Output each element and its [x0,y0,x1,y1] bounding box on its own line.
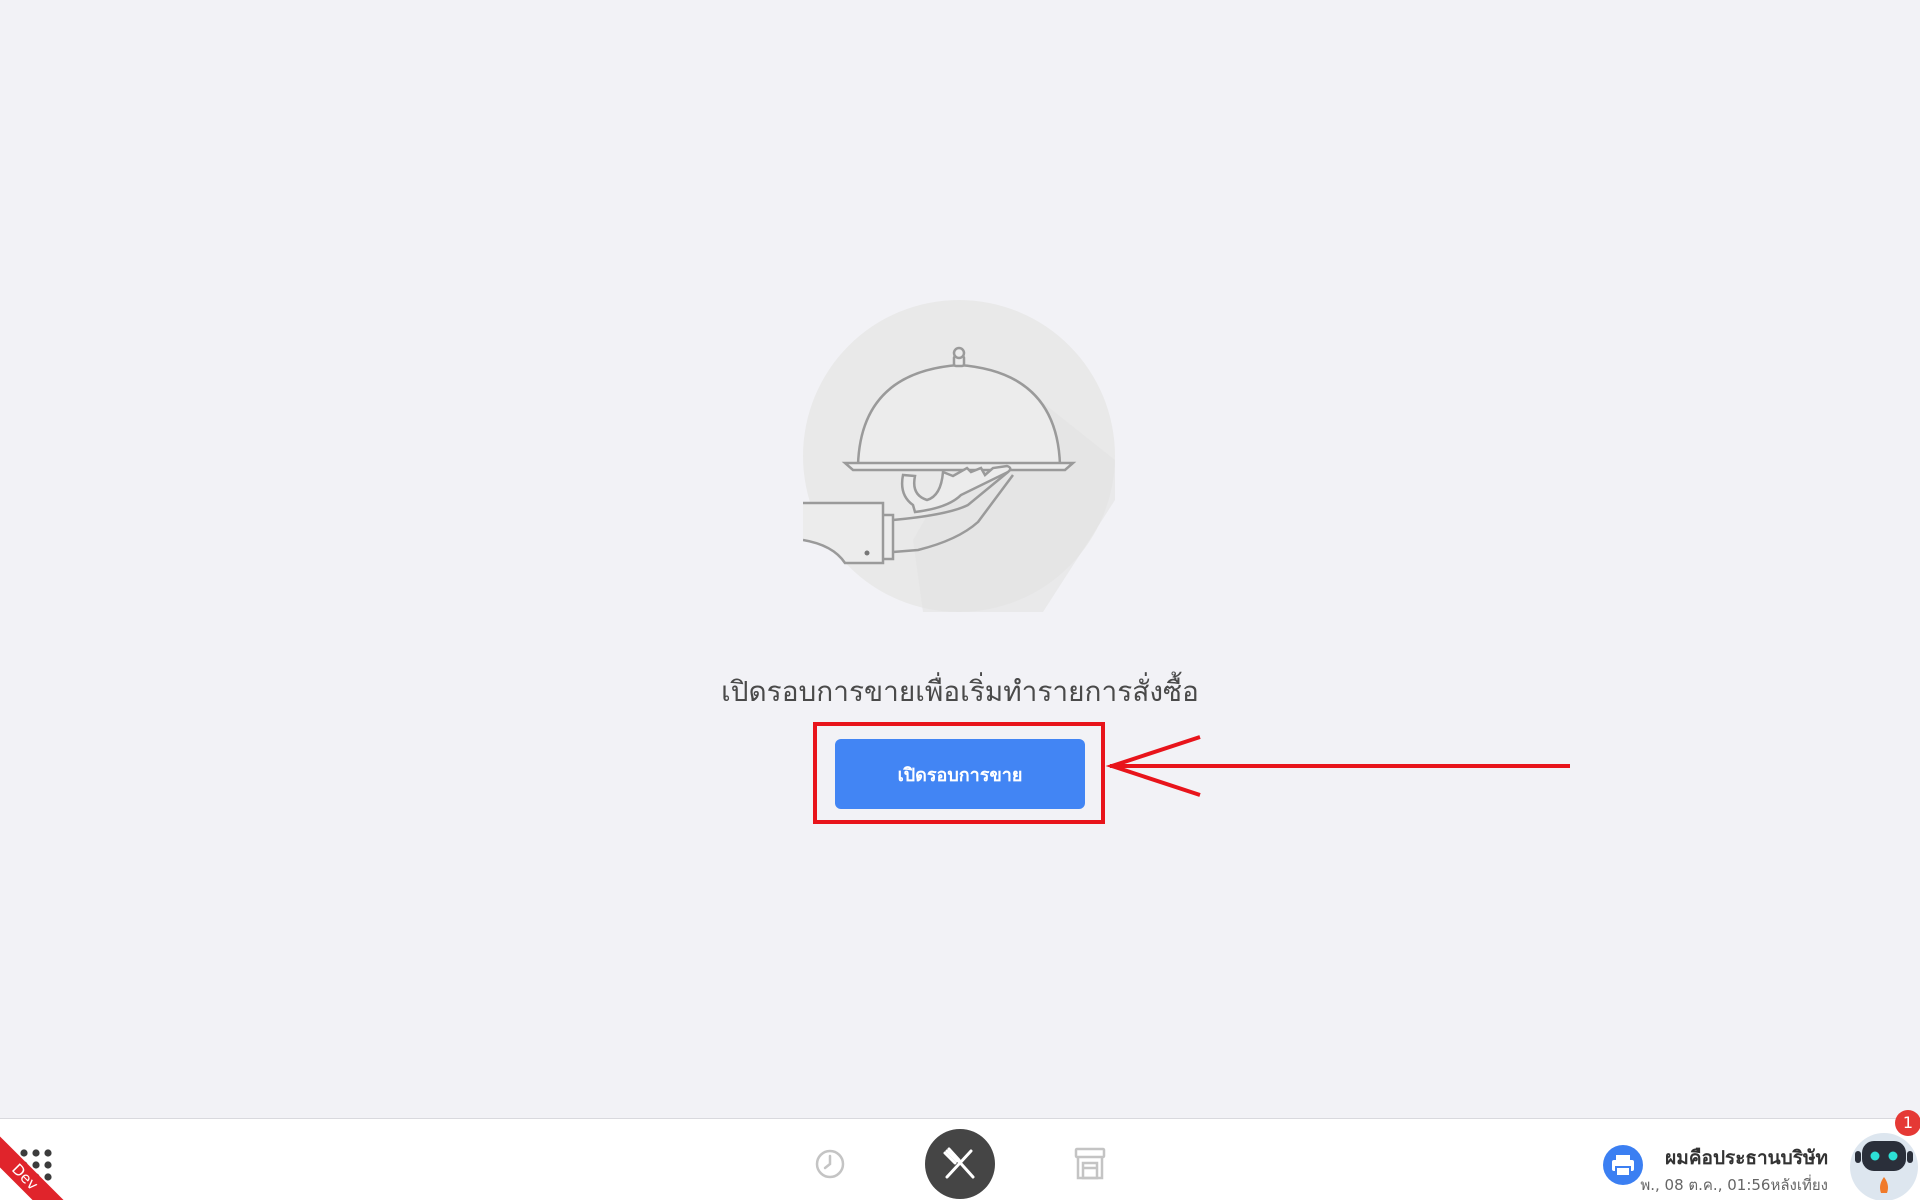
open-sales-round-button[interactable]: เปิดรอบการขาย [835,739,1085,809]
store-icon[interactable] [1073,1145,1107,1181]
open-sales-prompt: เปิดรอบการขายเพื่อเริ่มทำรายการสั่งซื้อ [721,675,1199,708]
app-screen: เปิดรอบการขายเพื่อเริ่มทำรายการสั่งซื้อ … [0,0,1920,1200]
current-datetime: พ., 08 ต.ค., 01:56หลังเที่ยง [1640,1176,1828,1194]
apps-grid-icon[interactable] [16,1145,56,1185]
history-clock-icon[interactable] [813,1147,847,1181]
serving-cloche-illustration [802,300,1115,612]
printer-icon[interactable] [1603,1145,1643,1185]
menu-fork-knife-icon[interactable] [925,1129,995,1199]
bottom-navigation-bar: ผมคือประธานบริษัท พ., 08 ต.ค., 01:56หลัง… [0,1118,1920,1200]
annotation-arrow-icon [1105,735,1570,797]
notification-badge: 1 [1895,1110,1920,1136]
robot-assistant-avatar[interactable] [1848,1125,1920,1200]
user-name: ผมคือประธานบริษัท [1665,1147,1828,1169]
